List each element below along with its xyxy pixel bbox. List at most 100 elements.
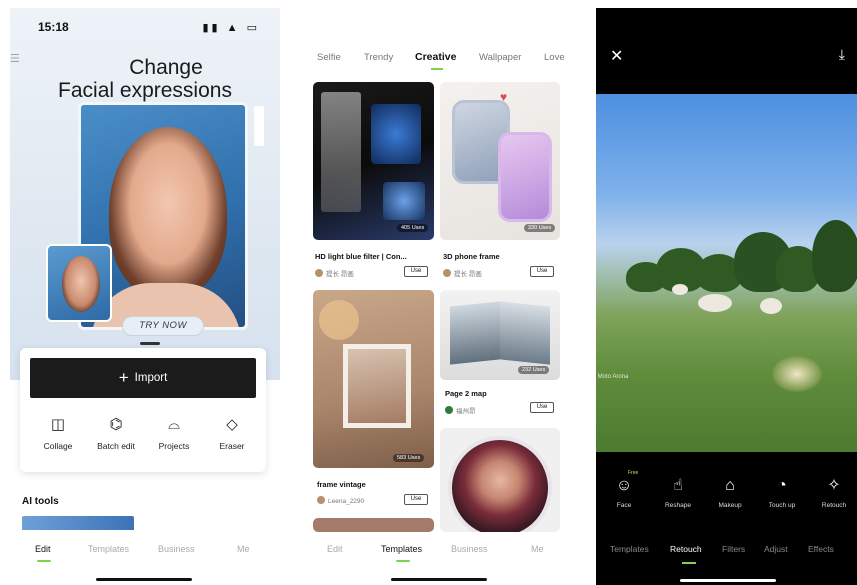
close-icon[interactable]: ✕ [610, 46, 623, 66]
tile-author: 福州昂 [445, 405, 476, 415]
tool-face[interactable]: Free ☺ Face [604, 470, 644, 509]
tab-effects[interactable]: Effects [808, 544, 834, 554]
phone-home-screen: 15:18 ▮▮ ▲ ▭ ☰ Change Facial expressions… [10, 8, 280, 585]
status-time: 15:18 [38, 20, 69, 34]
editor-top-bar: ✕ ⤓ [596, 8, 857, 94]
editor-photo-canvas[interactable]: Moto Arona [596, 94, 857, 452]
tile-title: Page 2 map [445, 389, 487, 398]
home-indicator [391, 578, 487, 581]
tile-use-count: 330 Uses [524, 224, 556, 232]
projects-icon: ⌓ [168, 416, 180, 433]
tool-label: Eraser [219, 441, 245, 451]
category-love[interactable]: Love [544, 52, 565, 63]
use-template-button[interactable]: Use [404, 266, 428, 277]
carousel-indicator [140, 342, 160, 345]
tile-title: frame vintage [317, 480, 366, 489]
tool-projects[interactable]: ⌓ Projects [146, 416, 202, 451]
use-template-button[interactable]: Use [404, 494, 428, 505]
tab-me[interactable]: Me [531, 544, 544, 554]
makeup-icon: ⌂ [725, 477, 735, 494]
tab-business[interactable]: Business [451, 544, 488, 554]
home-indicator [96, 578, 192, 581]
tab-templates[interactable]: Templates [610, 544, 649, 554]
category-creative[interactable]: Creative [415, 51, 456, 63]
tile-use-count: 232 Uses [518, 366, 550, 374]
tool-retouch[interactable]: ✧ Retouch [814, 476, 854, 509]
template-tile-hd-filter[interactable]: 405 Uses [313, 82, 434, 240]
status-bar: 15:18 ▮▮ ▲ ▭ [38, 20, 260, 36]
tile-use-count: 583 Uses [393, 454, 425, 462]
tab-me[interactable]: Me [237, 544, 250, 554]
collage-icon: ◫ [50, 416, 66, 433]
hero-banner[interactable]: 15:18 ▮▮ ▲ ▭ ☰ Change Facial expressions… [10, 8, 280, 380]
lens-flare [772, 356, 822, 392]
tile-title: HD light blue filter | Con... [315, 252, 407, 261]
import-label: Import [134, 372, 168, 384]
tab-filters[interactable]: Filters [722, 544, 745, 554]
category-tabs: Selfie Trendy Creative Wallpaper Love [303, 48, 575, 70]
tool-label: Makeup [718, 502, 742, 509]
portrait-face [109, 127, 227, 297]
signal-wifi-battery-icon: ▮▮ ▲ ▭ [202, 22, 260, 34]
face-icon: ☺ [615, 477, 633, 494]
tab-templates[interactable]: Templates [88, 544, 129, 554]
hero-title-line1: Change [129, 56, 203, 79]
import-button[interactable]: + Import [30, 358, 256, 398]
tool-makeup[interactable]: ⌂ Makeup [710, 476, 750, 509]
home-indicator [680, 579, 776, 582]
plus-icon: + [118, 368, 129, 387]
tab-active-indicator [396, 560, 410, 562]
photo-trees [626, 220, 857, 292]
tab-active-indicator [682, 562, 696, 564]
category-trendy[interactable]: Trendy [364, 52, 393, 63]
tool-label: Face [616, 502, 632, 509]
retouch-tools: Free ☺ Face ☝ Reshape ⌂ Makeup ◔ Touch up ✧ R… [596, 470, 857, 526]
photo-sheep [672, 284, 688, 295]
free-badge: Free [628, 470, 639, 476]
author-avatar [315, 269, 323, 277]
tab-retouch[interactable]: Retouch [670, 544, 702, 554]
author-name: Leena_2290 [328, 498, 365, 505]
template-tile-page-2-map[interactable]: 232 Uses [440, 290, 560, 380]
ai-tools-banner[interactable] [22, 516, 134, 530]
author-name: 福州昂 [456, 408, 476, 415]
category-active-indicator [431, 68, 443, 70]
tab-edit[interactable]: Edit [327, 544, 343, 554]
tool-touch-up[interactable]: ◔ Touch up [762, 476, 802, 509]
tool-collage[interactable]: ◫ Collage [30, 416, 86, 451]
tab-adjust[interactable]: Adjust [764, 544, 788, 554]
template-tile-3d-phone-frame[interactable]: ♥ 330 Uses [440, 82, 560, 240]
tool-reshape[interactable]: ☝ Reshape [658, 476, 698, 509]
use-template-button[interactable]: Use [530, 402, 554, 413]
phone-templates-screen: Selfie Trendy Creative Wallpaper Love 40… [303, 8, 575, 585]
template-tile-partial[interactable] [313, 518, 434, 532]
retouch-icon: ✧ [827, 477, 841, 494]
tile-author: 提长 昂画 [315, 268, 354, 278]
tool-label: Batch edit [97, 441, 135, 451]
tool-label: Collage [43, 441, 73, 451]
phone-editor-screen: ✕ ⤓ Moto Arona Free ☺ Face ☝ Reshape ⌂ Make… [596, 8, 857, 585]
tab-active-indicator [37, 560, 51, 562]
category-wallpaper[interactable]: Wallpaper [479, 52, 521, 63]
batch-edit-icon: ⌬ [109, 416, 123, 433]
try-now-button[interactable]: TRY NOW [122, 316, 204, 336]
tool-label: Touch up [768, 502, 796, 509]
author-avatar [443, 269, 451, 277]
tool-label: Retouch [821, 502, 847, 509]
template-tile-round-portrait[interactable] [440, 428, 560, 532]
tool-batch-edit[interactable]: ⌬ Batch edit [88, 416, 144, 451]
hero-title: Change Facial expressions [10, 56, 280, 102]
quick-tools-card: + Import ◫ Collage ⌬ Batch edit ⌓ Projects ◇… [20, 348, 266, 472]
category-selfie[interactable]: Selfie [317, 52, 341, 63]
tab-business[interactable]: Business [158, 544, 195, 554]
tool-eraser[interactable]: ◇ Eraser [204, 416, 260, 451]
tab-templates[interactable]: Templates [381, 544, 422, 554]
author-avatar [445, 406, 453, 414]
tile-author: Leena_2290 [317, 496, 364, 505]
use-template-button[interactable]: Use [530, 266, 554, 277]
tab-edit[interactable]: Edit [35, 544, 51, 554]
download-icon[interactable]: ⤓ [839, 46, 845, 63]
tile-title: 3D phone frame [443, 252, 500, 261]
ai-tools-heading: AI tools [22, 496, 59, 507]
template-tile-frame-vintage[interactable]: 583 Uses [313, 290, 434, 468]
